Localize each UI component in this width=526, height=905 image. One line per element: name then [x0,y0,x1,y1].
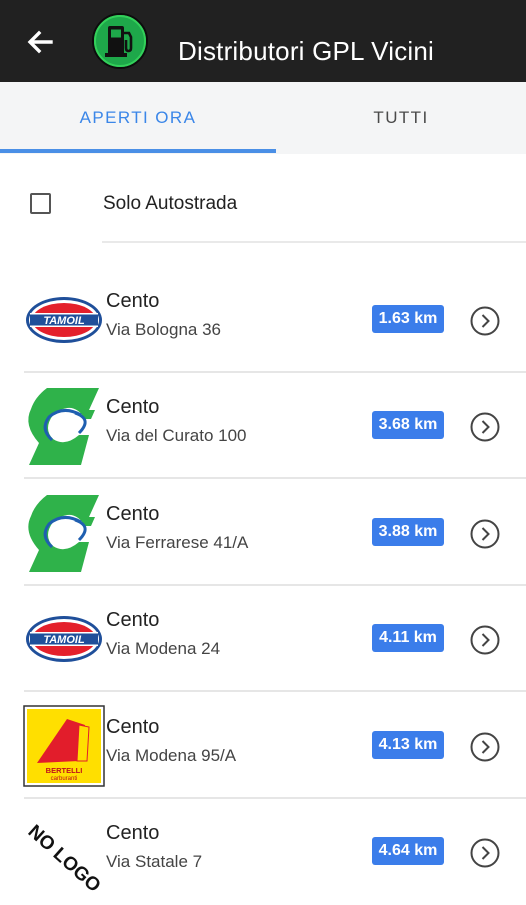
station-list-item[interactable]: TAMOIL Cento Via Modena 24 4.11 km [0,586,526,692]
green-road-logo [28,388,100,465]
no-logo-text: NO LOGO [24,821,105,893]
row-divider [24,690,526,692]
station-list-item[interactable]: NO LOGO Cento Via Statale 7 4.64 km [0,799,526,905]
station-city: Cento [106,503,160,525]
distance-badge: 3.88 km [372,518,444,546]
bertelli-logo-subtext: carburanti [51,776,78,782]
chevron-right-circle-icon[interactable] [469,731,501,763]
station-city: Cento [106,290,160,312]
chevron-right-circle-icon[interactable] [469,411,501,443]
station-address: Via Bologna 36 [106,320,222,339]
tab-aperti-ora[interactable]: APERTI ORA [0,82,276,154]
station-address: Via Statale 7 [106,852,203,871]
app-bar: Distributori GPL Vicini [0,0,526,82]
station-city: Cento [106,716,160,738]
green-road-logo [28,495,100,572]
chevron-right-circle-icon[interactable] [469,837,501,869]
highway-only-checkbox[interactable] [30,193,51,214]
tab-tutti[interactable]: TUTTI [276,82,526,154]
bertelli-logo: BERTELLI carburanti [23,705,105,787]
station-address: Via Modena 24 [106,639,221,658]
station-list-item[interactable]: BERTELLI carburanti Cento Via Modena 95/… [0,693,526,799]
distance-badge: 4.13 km [372,731,444,759]
chevron-right-circle-icon[interactable] [469,624,501,656]
tab-indicator [0,149,276,153]
tamoil-logo-text: TAMOIL [43,634,85,646]
fuel-pump-icon [92,13,148,69]
arrow-back-icon[interactable] [22,24,58,60]
chevron-right-circle-icon[interactable] [469,305,501,337]
station-address: Via del Curato 100 [106,426,247,445]
page-title: Distributori GPL Vicini [178,36,435,66]
distance-badge: 4.11 km [372,624,444,652]
highway-only-label: Solo Autostrada [103,193,238,214]
tamoil-logo: TAMOIL [26,616,102,662]
bertelli-logo-text: BERTELLI [46,766,83,775]
tamoil-logo-text: TAMOIL [43,315,85,327]
station-city: Cento [106,609,160,631]
chevron-right-circle-icon[interactable] [469,518,501,550]
station-city: Cento [106,396,160,418]
row-divider [24,477,526,479]
station-address: Via Ferrarese 41/A [106,533,249,552]
distance-badge: 1.63 km [372,305,444,333]
station-list-item[interactable]: Cento Via del Curato 100 3.68 km [0,373,526,479]
station-city: Cento [106,822,160,844]
tamoil-logo: TAMOIL [26,297,102,343]
distance-badge: 3.68 km [372,411,444,439]
no-logo-placeholder: NO LOGO [24,821,105,893]
station-address: Via Modena 95/A [106,746,237,765]
highway-filter-row[interactable]: Solo Autostrada [0,154,526,244]
distance-badge: 4.64 km [372,837,444,865]
tab-bar: APERTI ORA TUTTI [0,82,526,154]
station-list-item[interactable]: TAMOIL Cento Via Bologna 36 1.63 km [0,267,526,373]
station-list-item[interactable]: Cento Via Ferrarese 41/A 3.88 km [0,480,526,586]
filter-divider [102,241,526,243]
